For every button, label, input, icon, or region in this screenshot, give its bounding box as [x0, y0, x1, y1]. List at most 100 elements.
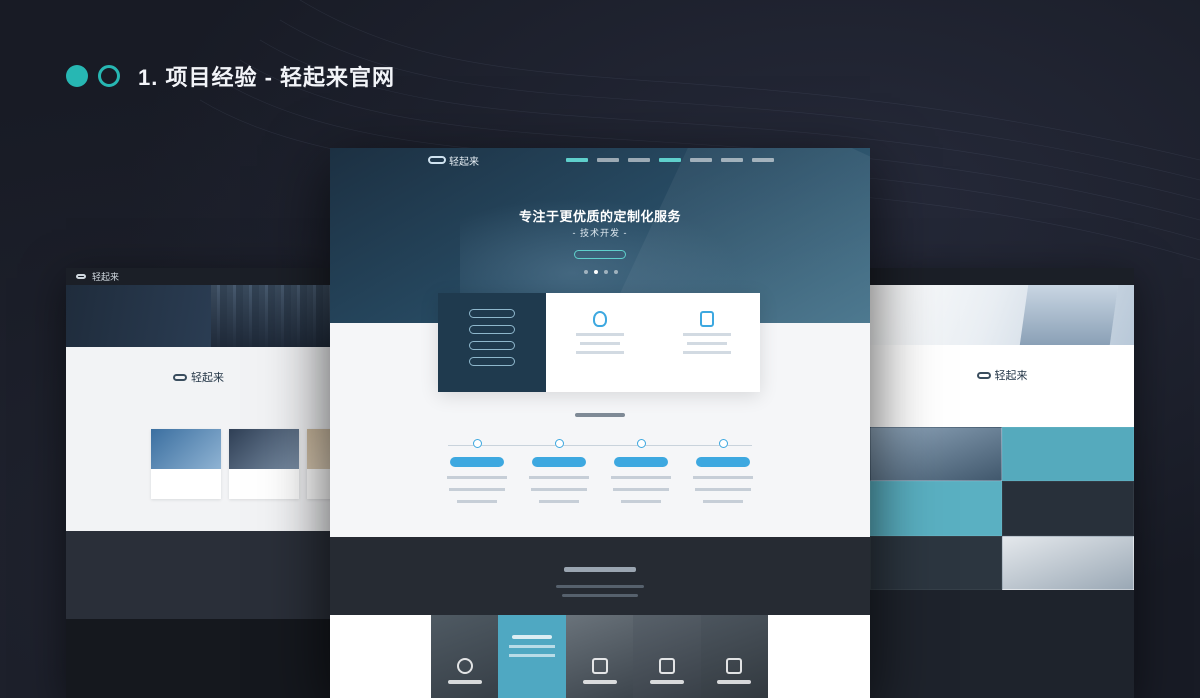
carousel-dot[interactable] [594, 270, 598, 274]
left-nav-bar: 轻起来 [66, 268, 331, 285]
tile-text-line [509, 654, 556, 657]
left-center-logo: 轻起来 [66, 369, 331, 385]
grid-people-tile[interactable] [1002, 535, 1134, 590]
advantages-heading [330, 413, 870, 417]
nav-item[interactable] [597, 158, 619, 162]
product-tile-featured[interactable] [498, 615, 566, 698]
lightbulb-icon [592, 311, 607, 327]
left-logo-mark-icon [173, 373, 187, 381]
tile-label-bar [447, 680, 482, 684]
service-item-line [579, 342, 620, 345]
step-text-line [457, 500, 497, 503]
ring-dot-icon [98, 65, 120, 87]
left-card[interactable] [151, 429, 221, 499]
right-feature-grid [870, 427, 1134, 590]
center-mockup-screenshot: 轻起来 专注于更优质的定制化服务 - 技术开发 - [330, 148, 870, 698]
right-contact-form-section [870, 590, 1134, 698]
tile-text-line [509, 645, 556, 648]
service-category-panel [438, 293, 546, 392]
step-text-line [703, 500, 743, 503]
apps-grid-icon [726, 658, 743, 674]
step-circle-icon [718, 439, 728, 448]
nav-item[interactable] [752, 158, 774, 162]
product-tile[interactable] [633, 615, 701, 698]
step-circle-icon [554, 439, 564, 448]
glass-tower-image [1019, 285, 1119, 345]
product-tile[interactable] [565, 615, 634, 698]
product-tile[interactable] [431, 615, 499, 698]
advantages-steps [442, 439, 758, 503]
right-hero-banner [870, 285, 1134, 345]
grid-dark-tile[interactable] [1002, 481, 1134, 536]
tile-label-bar [582, 680, 617, 684]
left-hero-banner [66, 285, 331, 347]
service-item[interactable] [575, 311, 624, 354]
step-text-line [529, 476, 589, 479]
service-item-line [686, 342, 727, 345]
step-text-line [613, 488, 669, 491]
center-services-section [330, 293, 870, 537]
carousel-dots [584, 270, 618, 274]
advantages-heading-bar [575, 413, 625, 417]
brand-logo-icon [428, 156, 446, 164]
service-item-line [575, 351, 624, 354]
right-nav-bar [870, 268, 1134, 285]
card-image [151, 429, 221, 469]
right-logo-mark-icon [976, 371, 991, 379]
grid-teal-tile[interactable] [870, 481, 1002, 536]
advantage-step [606, 439, 676, 503]
step-text-line [447, 476, 507, 479]
left-mockup-screenshot: 轻起来 轻起来 [66, 268, 331, 698]
center-brand[interactable]: 轻起来 [428, 153, 479, 168]
grid-image-tile[interactable] [870, 427, 1002, 482]
step-circle-icon [472, 439, 482, 448]
step-text-line [695, 488, 751, 491]
left-card[interactable] [229, 429, 299, 499]
service-card [438, 293, 760, 392]
left-logo-icon [76, 274, 86, 279]
hero-cta-button[interactable] [574, 250, 626, 259]
left-contact-form-section [66, 531, 331, 619]
left-card[interactable] [307, 429, 331, 499]
category-button[interactable] [469, 309, 515, 318]
center-team-section [330, 537, 870, 615]
category-button[interactable] [469, 341, 515, 350]
globe-icon [456, 658, 473, 674]
right-logo-text: 轻起来 [994, 369, 1028, 382]
filled-dot-icon [66, 65, 88, 87]
right-intro-section: 轻起来 [870, 345, 1134, 427]
nav-item[interactable] [628, 158, 650, 162]
tile-label-bar [512, 635, 553, 639]
grid-teal-tile[interactable] [1002, 427, 1134, 482]
step-text-line [449, 488, 505, 491]
copyright-icon [658, 658, 675, 674]
tile-label-bar [717, 680, 752, 684]
left-footer [66, 619, 331, 698]
advantage-step [442, 439, 512, 503]
team-text-line [556, 585, 644, 588]
left-logo-text: 轻起来 [191, 371, 224, 384]
category-button[interactable] [469, 325, 515, 334]
carousel-dot[interactable] [604, 270, 608, 274]
document-icon [591, 658, 608, 674]
nav-item[interactable] [659, 158, 681, 162]
advantage-step [688, 439, 758, 503]
tile-label-bar [649, 680, 684, 684]
category-button[interactable] [469, 357, 515, 366]
step-badge [450, 457, 504, 467]
step-badge [696, 457, 750, 467]
nav-item[interactable] [566, 158, 588, 162]
center-nav-menu [566, 152, 774, 162]
service-items [546, 293, 760, 392]
product-tile[interactable] [700, 615, 769, 698]
grid-dark-tile[interactable] [870, 535, 1002, 590]
step-text-line [611, 476, 671, 479]
team-heading-bar [564, 567, 636, 572]
nav-item[interactable] [721, 158, 743, 162]
nav-item[interactable] [690, 158, 712, 162]
carousel-dot[interactable] [584, 270, 588, 274]
carousel-dot[interactable] [614, 270, 618, 274]
hero-title: 专注于更优质的定制化服务 [518, 209, 681, 224]
hero-subtitle: - 技术开发 - [572, 228, 628, 238]
service-item[interactable] [682, 311, 731, 354]
